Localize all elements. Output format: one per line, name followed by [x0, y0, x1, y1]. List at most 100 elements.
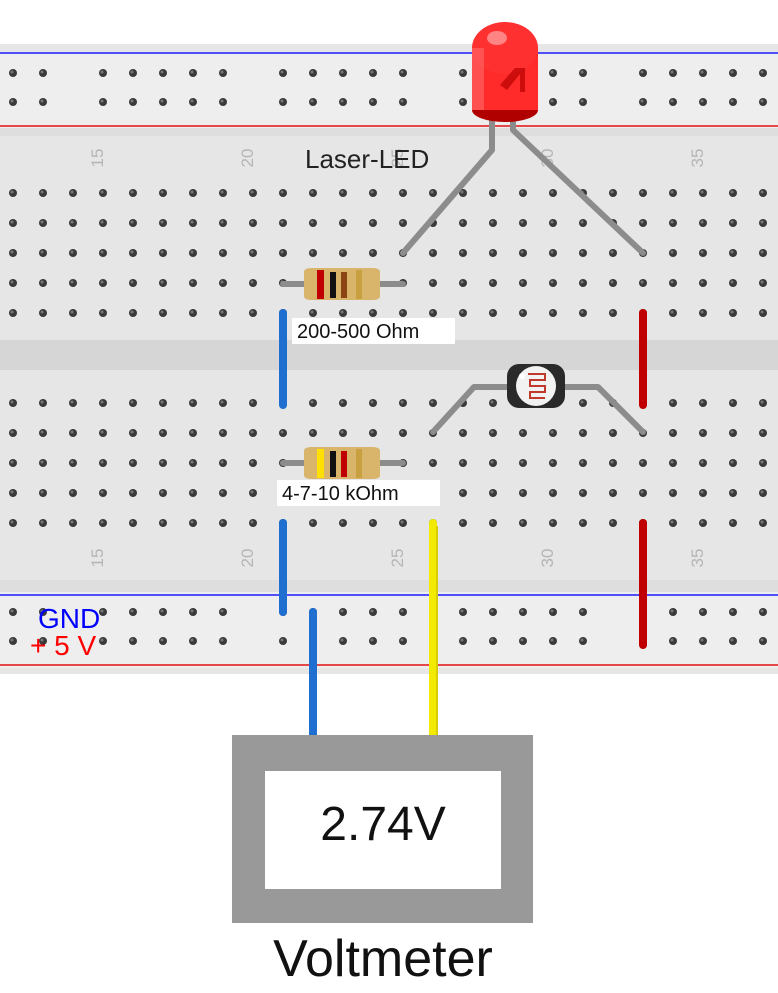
- voltmeter-reading: 2.74V: [320, 798, 445, 851]
- breadboard-hole-highlight: [460, 99, 464, 103]
- breadboard-hole-highlight: [340, 70, 344, 74]
- breadboard-hole-highlight: [70, 460, 74, 464]
- breadboard-hole-highlight: [610, 490, 614, 494]
- breadboard-hole-highlight: [190, 430, 194, 434]
- breadboard-hole-highlight: [100, 190, 104, 194]
- breadboard-hole-highlight: [70, 430, 74, 434]
- breadboard-hole-highlight: [520, 430, 524, 434]
- column-number: 15: [88, 149, 107, 168]
- breadboard-hole-highlight: [40, 99, 44, 103]
- breadboard-hole-highlight: [340, 400, 344, 404]
- breadboard-hole-highlight: [310, 220, 314, 224]
- breadboard-hole-highlight: [220, 70, 224, 74]
- breadboard-hole-highlight: [580, 460, 584, 464]
- breadboard-hole-highlight: [610, 430, 614, 434]
- breadboard-hole-highlight: [340, 310, 344, 314]
- breadboard-hole-highlight: [550, 220, 554, 224]
- breadboard-hole-highlight: [760, 430, 764, 434]
- breadboard-hole-highlight: [220, 250, 224, 254]
- breadboard-hole-highlight: [730, 310, 734, 314]
- breadboard-hole-highlight: [310, 310, 314, 314]
- breadboard-hole-highlight: [340, 609, 344, 613]
- breadboard-hole-highlight: [580, 250, 584, 254]
- breadboard-hole-highlight: [580, 490, 584, 494]
- column-number: 20: [238, 549, 257, 568]
- breadboard-hole-highlight: [190, 70, 194, 74]
- breadboard-hole-highlight: [160, 520, 164, 524]
- breadboard-hole-highlight: [550, 520, 554, 524]
- breadboard-hole-highlight: [100, 460, 104, 464]
- breadboard-hole-highlight: [580, 310, 584, 314]
- breadboard-hole-highlight: [250, 520, 254, 524]
- breadboard-hole-highlight: [340, 220, 344, 224]
- breadboard-hole-highlight: [520, 520, 524, 524]
- breadboard-hole-highlight: [160, 310, 164, 314]
- breadboard-hole-highlight: [640, 190, 644, 194]
- breadboard-hole-highlight: [190, 250, 194, 254]
- breadboard-hole-highlight: [430, 310, 434, 314]
- breadboard-hole-highlight: [520, 280, 524, 284]
- breadboard-hole-highlight: [160, 70, 164, 74]
- breadboard-hole-highlight: [220, 190, 224, 194]
- breadboard-hole-highlight: [490, 400, 494, 404]
- column-number: 15: [88, 549, 107, 568]
- top-power-rail: [0, 52, 778, 128]
- breadboard-hole-highlight: [460, 280, 464, 284]
- breadboard-hole-highlight: [10, 430, 14, 434]
- breadboard-hole-highlight: [400, 99, 404, 103]
- breadboard-hole-highlight: [700, 490, 704, 494]
- breadboard-hole-highlight: [10, 99, 14, 103]
- breadboard-hole-highlight: [160, 490, 164, 494]
- breadboard-hole-highlight: [730, 99, 734, 103]
- breadboard-hole-highlight: [550, 490, 554, 494]
- breadboard-hole-highlight: [610, 280, 614, 284]
- breadboard-hole-highlight: [520, 250, 524, 254]
- breadboard-hole-highlight: [580, 638, 584, 642]
- breadboard-hole-highlight: [340, 99, 344, 103]
- breadboard-hole-highlight: [160, 638, 164, 642]
- breadboard-hole-highlight: [40, 310, 44, 314]
- photoresistor-icon: [507, 364, 565, 408]
- breadboard-hole-highlight: [670, 460, 674, 464]
- breadboard-hole-highlight: [70, 220, 74, 224]
- breadboard-hole-highlight: [670, 70, 674, 74]
- breadboard-hole-highlight: [100, 70, 104, 74]
- breadboard-hole-highlight: [700, 430, 704, 434]
- breadboard-hole-highlight: [310, 250, 314, 254]
- breadboard-hole-highlight: [460, 70, 464, 74]
- breadboard-hole-highlight: [670, 490, 674, 494]
- breadboard-hole-highlight: [310, 520, 314, 524]
- breadboard-hole-highlight: [730, 400, 734, 404]
- breadboard-hole-highlight: [70, 490, 74, 494]
- breadboard-hole-highlight: [190, 638, 194, 642]
- breadboard-hole-highlight: [40, 250, 44, 254]
- breadboard-hole-highlight: [730, 460, 734, 464]
- breadboard-hole-highlight: [280, 70, 284, 74]
- breadboard-hole-highlight: [400, 70, 404, 74]
- breadboard-hole-highlight: [610, 460, 614, 464]
- breadboard-hole-highlight: [700, 220, 704, 224]
- breadboard-hole-highlight: [490, 280, 494, 284]
- breadboard-hole-highlight: [100, 220, 104, 224]
- breadboard-hole-highlight: [40, 490, 44, 494]
- breadboard-hole-highlight: [190, 460, 194, 464]
- breadboard-hole-highlight: [190, 490, 194, 494]
- breadboard-hole-highlight: [760, 638, 764, 642]
- breadboard-hole-highlight: [700, 460, 704, 464]
- breadboard-hole-highlight: [310, 400, 314, 404]
- breadboard-hole-highlight: [190, 609, 194, 613]
- breadboard-hole-highlight: [760, 460, 764, 464]
- breadboard-hole-highlight: [550, 190, 554, 194]
- breadboard-hole-highlight: [70, 520, 74, 524]
- column-number: 20: [238, 149, 257, 168]
- breadboard-hole-highlight: [220, 99, 224, 103]
- breadboard-hole-highlight: [550, 99, 554, 103]
- breadboard-hole-highlight: [310, 70, 314, 74]
- breadboard-hole-highlight: [220, 490, 224, 494]
- breadboard-hole-highlight: [130, 99, 134, 103]
- breadboard-hole-highlight: [370, 520, 374, 524]
- breadboard-hole-highlight: [400, 310, 404, 314]
- breadboard-hole-highlight: [550, 250, 554, 254]
- breadboard-hole-highlight: [730, 490, 734, 494]
- breadboard-hole-highlight: [580, 400, 584, 404]
